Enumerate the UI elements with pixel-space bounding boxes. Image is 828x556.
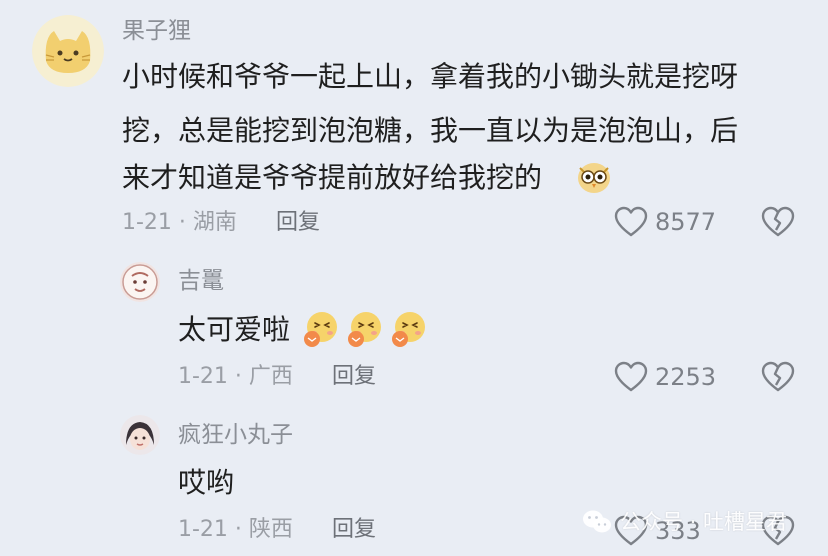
like-count: 2253 [655,363,717,391]
avatar[interactable] [32,15,104,87]
username[interactable]: 吉鼍 [178,270,224,293]
like-count: 8577 [655,208,717,236]
blush-emoji-icon [388,309,428,349]
username[interactable]: 疯狂小丸子 [178,424,293,447]
heart-icon[interactable] [614,206,648,238]
wechat-icon [582,509,612,535]
comment-date-location: 1-21 · 陕西 [178,517,293,542]
watermark-text: 公众号 · 吐槽星君 [620,509,788,534]
broken-heart-icon[interactable] [761,361,795,393]
heart-icon[interactable] [614,361,648,393]
blush-emoji-icon [300,309,340,349]
comment-date-location: 1-21 · 广西 [178,364,293,389]
reply-button[interactable]: 回复 [276,212,320,234]
watermark: 公众号 · 吐槽星君 [582,505,787,539]
comment-text: 太可爱啦 [178,313,291,346]
comment-text-line: 来才知道是爷爷提前放好给我挖的 [122,161,543,194]
comment-date-location: 1-21 · 湖南 [122,210,237,235]
comment-text-line: 挖，总是能挖到泡泡糖，我一直以为是泡泡山，后 [122,114,739,147]
comment-text: 哎哟 [178,466,235,499]
reply-button[interactable]: 回复 [332,366,376,388]
owl-emoji-icon [576,160,612,194]
username[interactable]: 果子狸 [122,20,191,43]
comment-text-line: 小时候和爷爷一起上山，拿着我的小锄头就是挖呀 [122,60,739,93]
blush-emoji-icon [344,309,384,349]
broken-heart-icon[interactable] [761,206,795,238]
avatar[interactable] [120,415,160,455]
avatar[interactable] [120,262,160,302]
reply-button[interactable]: 回复 [332,519,376,541]
